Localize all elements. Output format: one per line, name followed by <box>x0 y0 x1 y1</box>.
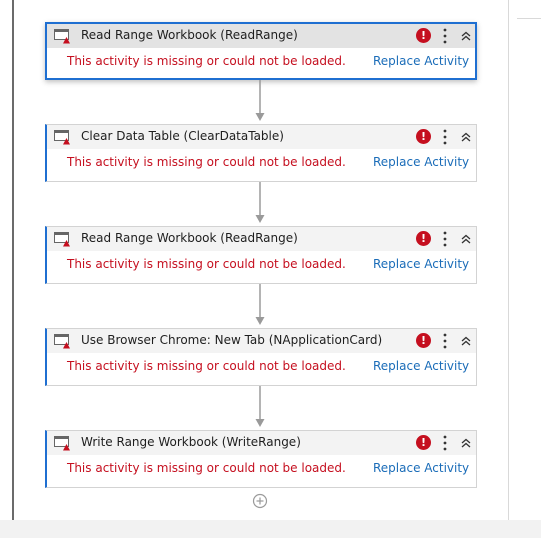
missing-activity-icon <box>54 130 70 145</box>
missing-activity-icon <box>54 232 70 247</box>
replace-activity-link[interactable]: Replace Activity <box>373 54 469 68</box>
add-activity-icon[interactable] <box>252 493 268 509</box>
activity-title: Use Browser Chrome: New Tab (NApplicatio… <box>81 333 383 347</box>
error-icon[interactable]: ! <box>416 28 431 43</box>
activity-header[interactable]: Clear Data Table (ClearDataTable) ! <box>47 125 476 149</box>
error-icon[interactable]: ! <box>416 333 431 348</box>
activity-header[interactable]: Use Browser Chrome: New Tab (NApplicatio… <box>47 329 476 353</box>
sequence-border-left <box>12 0 14 520</box>
error-icon[interactable]: ! <box>416 435 431 450</box>
activity-title: Clear Data Table (ClearDataTable) <box>81 129 284 143</box>
activity-card-read-range-workbook[interactable]: Read Range Workbook (ReadRange) ! This a… <box>45 226 477 284</box>
activity-card-use-browser-chrome[interactable]: Use Browser Chrome: New Tab (NApplicatio… <box>45 328 477 386</box>
error-message: This activity is missing or could not be… <box>67 461 346 475</box>
replace-activity-link[interactable]: Replace Activity <box>373 155 469 169</box>
collapse-icon[interactable] <box>459 232 473 246</box>
activity-header[interactable]: Write Range Workbook (WriteRange) ! <box>47 431 476 455</box>
missing-activity-icon <box>54 436 70 451</box>
divider-line <box>517 18 541 19</box>
collapse-icon[interactable] <box>459 334 473 348</box>
error-message: This activity is missing or could not be… <box>67 155 346 169</box>
activity-card-write-range-workbook[interactable]: Write Range Workbook (WriteRange) ! This… <box>45 430 477 488</box>
activity-title: Write Range Workbook (WriteRange) <box>81 435 301 449</box>
activity-card-clear-data-table[interactable]: Clear Data Table (ClearDataTable) ! This… <box>45 124 477 182</box>
error-message: This activity is missing or could not be… <box>67 359 346 373</box>
error-icon[interactable]: ! <box>416 231 431 246</box>
activity-card-read-range-workbook[interactable]: Read Range Workbook (ReadRange) ! This a… <box>45 22 477 80</box>
canvas-border-right <box>508 0 509 520</box>
connector-arrow <box>255 284 265 325</box>
workflow-canvas[interactable]: Read Range Workbook (ReadRange) ! This a… <box>0 0 541 520</box>
missing-activity-icon <box>54 334 70 349</box>
collapse-icon[interactable] <box>459 29 473 43</box>
connector-arrow <box>255 386 265 427</box>
connector-arrow <box>255 182 265 223</box>
replace-activity-link[interactable]: Replace Activity <box>373 461 469 475</box>
activity-title: Read Range Workbook (ReadRange) <box>81 28 298 42</box>
activity-header[interactable]: Read Range Workbook (ReadRange) ! <box>47 227 476 251</box>
error-message: This activity is missing or could not be… <box>67 257 346 271</box>
activity-title: Read Range Workbook (ReadRange) <box>81 231 298 245</box>
more-options-icon[interactable] <box>440 27 450 45</box>
more-options-icon[interactable] <box>440 332 450 350</box>
error-message: This activity is missing or could not be… <box>67 54 346 68</box>
collapse-icon[interactable] <box>459 130 473 144</box>
more-options-icon[interactable] <box>440 128 450 146</box>
collapse-icon[interactable] <box>459 436 473 450</box>
connector-arrow <box>255 80 265 121</box>
error-icon[interactable]: ! <box>416 129 431 144</box>
replace-activity-link[interactable]: Replace Activity <box>373 359 469 373</box>
more-options-icon[interactable] <box>440 230 450 248</box>
replace-activity-link[interactable]: Replace Activity <box>373 257 469 271</box>
activity-header[interactable]: Read Range Workbook (ReadRange) ! <box>47 24 475 48</box>
missing-activity-icon <box>54 29 70 44</box>
more-options-icon[interactable] <box>440 434 450 452</box>
